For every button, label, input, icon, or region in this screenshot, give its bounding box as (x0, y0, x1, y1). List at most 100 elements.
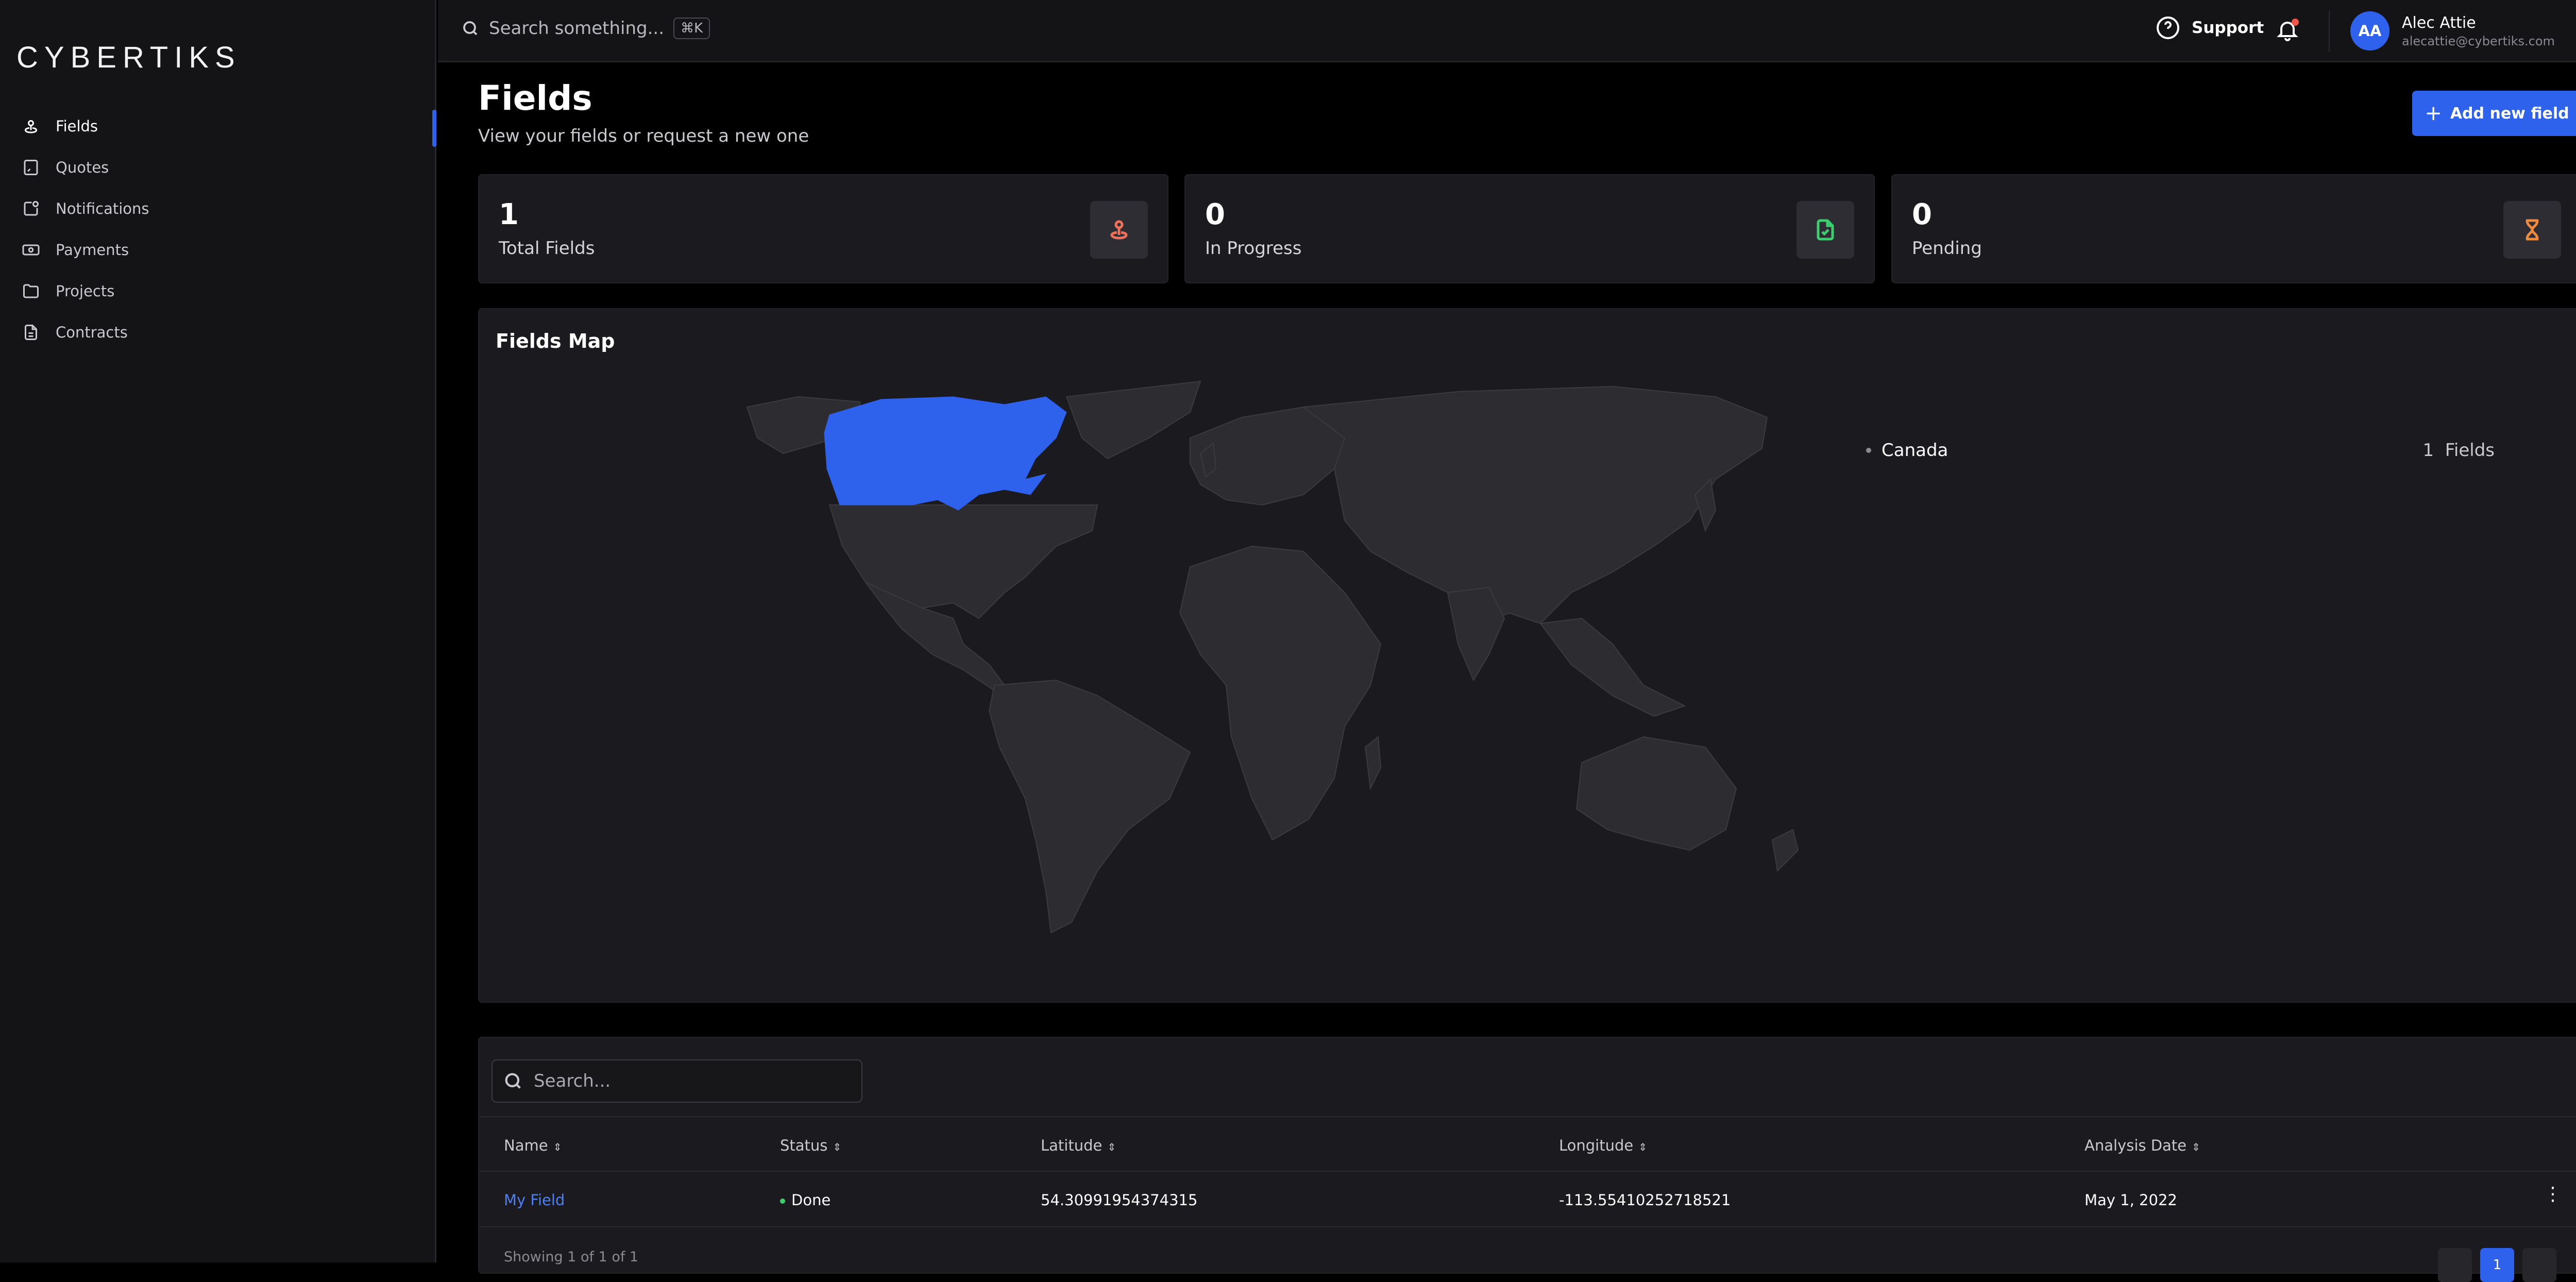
status-badge: Done (780, 1191, 831, 1209)
column-header-name[interactable]: Name ⇕ (504, 1137, 562, 1154)
hourglass-icon (2526, 219, 2539, 241)
row-actions-kebab-icon[interactable]: ⋮ (2544, 1185, 2562, 1204)
legend-country: Canada (1882, 440, 1948, 461)
longitude-cell: -113.55410252718521 (1559, 1191, 1731, 1209)
column-label: Longitude (1559, 1137, 1634, 1154)
notification-icon (24, 201, 39, 216)
topbar: Search something... ⌘K Support AA Alec A… (438, 0, 2576, 62)
page-title: Fields (478, 78, 592, 118)
sidebar-item-payments[interactable]: Payments (0, 229, 436, 271)
page-subtitle: View your fields or request a new one (478, 126, 809, 146)
analysis-date-cell: May 1, 2022 (2084, 1191, 2177, 1209)
sidebar-item-label: Payments (56, 241, 129, 259)
payments-icon (22, 244, 40, 256)
pagination-prev-button[interactable] (2438, 1248, 2472, 1282)
status-text: Done (791, 1191, 831, 1209)
global-search-placeholder: Search something... (489, 18, 665, 39)
map-region-africa[interactable] (1179, 545, 1382, 841)
document-icon (25, 325, 37, 340)
sidebar-item-label: Fields (56, 117, 98, 135)
global-search[interactable]: Search something... ⌘K (461, 18, 710, 39)
column-label: Status (780, 1137, 828, 1154)
map-region-india[interactable] (1447, 586, 1505, 682)
support-label: Support (2192, 19, 2264, 37)
help-circle-icon (2157, 16, 2179, 39)
user-name: Alec Attie (2402, 13, 2476, 32)
map-pin-icon (1110, 220, 1128, 240)
sidebar-item-projects[interactable]: Projects (0, 271, 436, 312)
file-check-icon (1817, 219, 1834, 241)
column-header-status[interactable]: Status ⇕ (780, 1137, 841, 1154)
legend-count: 1 Fields (2423, 440, 2495, 461)
add-new-field-label: Add new field (2450, 104, 2569, 123)
sidebar: CYBERTIKS Fields Quotes Notifications Pa… (0, 0, 436, 1262)
column-header-analysis-date[interactable]: Analysis Date ⇕ (2084, 1137, 2200, 1154)
legend-bullet (1866, 448, 1871, 453)
fields-map-card: Fields Map Canada 1 Fields (478, 308, 2576, 1003)
sidebar-item-label: Contracts (56, 324, 128, 341)
table-search-input[interactable] (534, 1071, 843, 1091)
stat-icon-box (1797, 201, 1854, 259)
column-label: Analysis Date (2084, 1137, 2187, 1154)
folder-icon (23, 284, 39, 298)
sidebar-item-label: Notifications (56, 200, 149, 217)
sort-icon: ⇕ (833, 1141, 842, 1153)
stat-card-pending: 0 Pending (1891, 174, 2576, 283)
map-region-greenland[interactable] (1065, 380, 1201, 460)
stat-label: Pending (1912, 238, 1982, 259)
sort-icon: ⇕ (1107, 1141, 1116, 1153)
map-region-madagascar[interactable] (1364, 736, 1382, 790)
search-shortcut-badge: ⌘K (673, 18, 710, 39)
sidebar-item-quotes[interactable]: Quotes (0, 147, 436, 188)
sidebar-nav: Fields Quotes Notifications Payments Pro… (0, 106, 436, 353)
sidebar-item-contracts[interactable]: Contracts (0, 312, 436, 353)
fields-table-card: Name ⇕ Status ⇕ Latitude ⇕ Longitude ⇕ Analy… (478, 1037, 2576, 1282)
stat-card-in-progress: 0 In Progress (1184, 174, 1875, 283)
column-header-latitude[interactable]: Latitude ⇕ (1041, 1137, 1116, 1154)
add-new-field-button[interactable]: + Add new field (2412, 91, 2576, 136)
latitude-cell: 54.30991954374315 (1041, 1191, 1198, 1209)
map-region-south-america[interactable] (988, 679, 1191, 934)
sort-icon: ⇕ (553, 1141, 562, 1153)
stat-value: 0 (1205, 198, 1225, 231)
sidebar-item-label: Quotes (56, 159, 109, 176)
map-region-canada[interactable] (824, 396, 1067, 511)
column-label: Name (504, 1137, 548, 1154)
notification-dot (2292, 19, 2299, 26)
app-logo[interactable]: CYBERTIKS (16, 40, 241, 75)
stat-value: 0 (1912, 198, 1932, 231)
sidebar-item-notifications[interactable]: Notifications (0, 188, 436, 229)
stat-icon-box (2503, 201, 2561, 259)
map-region-usa[interactable] (828, 504, 1098, 619)
stat-label: In Progress (1205, 238, 1302, 259)
column-label: Latitude (1041, 1137, 1103, 1154)
legend-count-unit: Fields (2445, 440, 2495, 461)
map-region-southeast-asia[interactable] (1539, 617, 1686, 717)
search-icon (463, 21, 478, 36)
stat-value: 1 (499, 198, 519, 231)
stat-card-total-fields: 1 Total Fields (478, 174, 1168, 283)
world-map[interactable] (737, 376, 1829, 938)
field-name-link[interactable]: My Field (504, 1191, 565, 1209)
table-search[interactable] (492, 1059, 862, 1103)
plus-icon: + (2425, 102, 2442, 125)
pagination-page-1[interactable]: 1 (2480, 1248, 2514, 1282)
map-legend-item[interactable]: Canada 1 Fields (1866, 440, 2495, 461)
sidebar-item-fields[interactable]: Fields (0, 106, 436, 147)
user-info: Alec Attie alecattie@cybertiks.com (2402, 14, 2555, 48)
topbar-divider (2329, 11, 2330, 52)
map-region-australia[interactable] (1575, 736, 1737, 851)
legend-count-value: 1 (2422, 440, 2434, 461)
pagination-next-button[interactable] (2522, 1248, 2556, 1282)
pagination-summary: Showing 1 of 1 of 1 (504, 1249, 639, 1265)
map-title: Fields Map (496, 330, 615, 352)
avatar: AA (2350, 11, 2389, 50)
map-region-new-zealand[interactable] (1771, 829, 1799, 872)
user-menu[interactable]: AA Alec Attie alecattie@cybertiks.com (2350, 11, 2576, 50)
user-email: alecattie@cybertiks.com (2402, 33, 2555, 48)
table-row[interactable]: My Field Done 54.30991954374315 -113.554… (479, 1173, 2576, 1227)
quote-icon (24, 160, 38, 175)
column-header-longitude[interactable]: Longitude ⇕ (1559, 1137, 1647, 1154)
support-button[interactable]: Support (2156, 15, 2264, 40)
notifications-button[interactable] (2275, 18, 2300, 42)
